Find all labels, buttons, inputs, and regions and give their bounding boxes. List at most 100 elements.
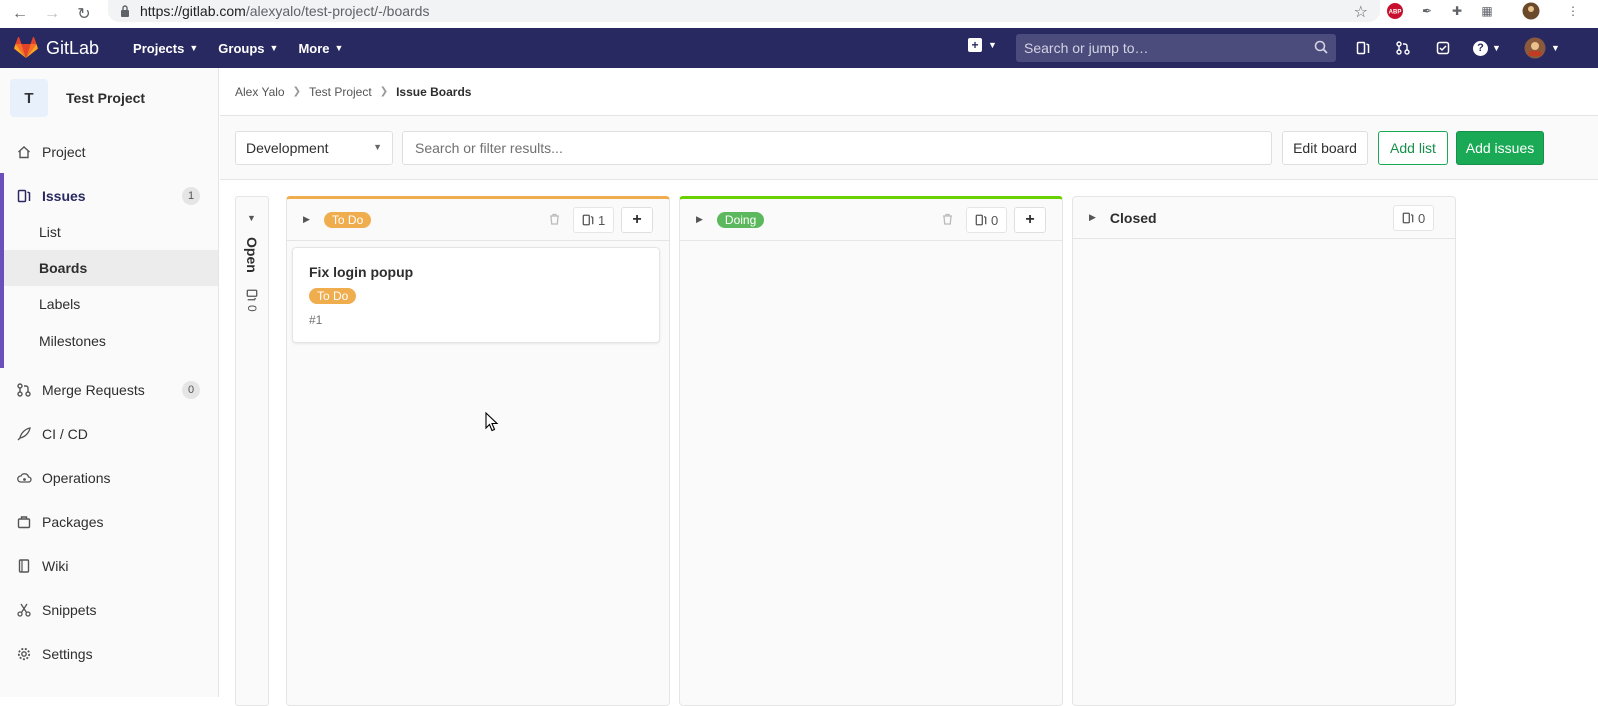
issues-count-badge: 1 bbox=[182, 187, 200, 205]
issue-card-label[interactable]: To Do bbox=[309, 288, 357, 304]
scissors-icon bbox=[16, 602, 32, 618]
profile-avatar-icon[interactable] bbox=[1522, 2, 1540, 20]
new-item-dropdown[interactable]: + ▼ bbox=[968, 38, 997, 52]
todo-check-icon[interactable] bbox=[1434, 39, 1452, 57]
issue-card-title[interactable]: Fix login popup bbox=[309, 264, 413, 280]
list-label-pill[interactable]: Doing bbox=[716, 211, 765, 228]
list-count-value: 1 bbox=[598, 212, 606, 228]
issues-icon bbox=[16, 188, 32, 204]
project-name: Test Project bbox=[66, 90, 146, 106]
list-issue-count: 0 bbox=[245, 289, 259, 312]
sidebar-item-wiki[interactable]: Wiki bbox=[0, 546, 218, 586]
chevron-down-icon: ▼ bbox=[334, 43, 344, 53]
merge-request-icon[interactable] bbox=[1394, 39, 1412, 57]
chevron-down-icon: ▼ bbox=[269, 43, 279, 53]
caret-right-icon[interactable]: ▶ bbox=[1089, 212, 1096, 223]
list-issue-count: 1 bbox=[573, 207, 615, 233]
sidebar-item-label: Operations bbox=[42, 470, 111, 486]
global-search[interactable] bbox=[1016, 34, 1336, 62]
sidebar-item-label: CI / CD bbox=[42, 426, 88, 442]
list-issue-count: 0 bbox=[1393, 205, 1435, 231]
svg-text:ABP: ABP bbox=[1389, 10, 1402, 16]
issue-card[interactable]: Fix login popup To Do #1 bbox=[292, 247, 660, 343]
caret-down-icon[interactable]: ▼ bbox=[247, 213, 256, 223]
reload-icon[interactable]: ↻ bbox=[72, 2, 96, 26]
new-issue-plus-button[interactable]: + bbox=[1014, 207, 1046, 233]
nav-projects[interactable]: Projects ▼ bbox=[133, 41, 198, 56]
sidebar-subitem-milestones[interactable]: Milestones bbox=[4, 323, 218, 359]
global-search-input[interactable] bbox=[1024, 40, 1304, 56]
project-sidebar: T Test Project Project Issues 1 List Boa… bbox=[0, 68, 219, 697]
list-title: Closed bbox=[1109, 209, 1157, 226]
board-list-open-collapsed[interactable]: ▼ Open 0 bbox=[235, 196, 269, 706]
merge-requests-count-badge: 0 bbox=[182, 381, 200, 399]
edit-board-button[interactable]: Edit board bbox=[1282, 131, 1368, 165]
adblock-icon[interactable]: ABP bbox=[1386, 2, 1404, 20]
sidebar-item-project[interactable]: Project bbox=[0, 132, 218, 172]
chevron-right-icon: ❯ bbox=[379, 86, 389, 97]
add-issues-button[interactable]: Add issues bbox=[1456, 131, 1544, 165]
sidebar-item-label: Labels bbox=[39, 296, 81, 312]
help-icon: ? bbox=[1473, 40, 1489, 56]
sidebar-item-cicd[interactable]: CI / CD bbox=[0, 414, 218, 454]
sidebar-item-snippets[interactable]: Snippets bbox=[0, 590, 218, 630]
user-menu[interactable]: ▼ bbox=[1522, 37, 1562, 59]
project-avatar: T bbox=[10, 79, 48, 117]
gear-icon bbox=[16, 646, 32, 662]
sidebar-project-header[interactable]: T Test Project bbox=[0, 68, 218, 128]
list-issue-count: 0 bbox=[966, 207, 1008, 233]
sidebar-subitem-boards[interactable]: Boards bbox=[4, 250, 218, 286]
issues-icon bbox=[1402, 212, 1414, 224]
issues-icon bbox=[246, 289, 258, 301]
sidebar-item-label: Snippets bbox=[42, 602, 97, 618]
board-switcher-dropdown[interactable]: Development ▼ bbox=[235, 131, 393, 165]
trash-icon[interactable] bbox=[549, 213, 560, 228]
board-list-todo: ▶ To Do 1 + Fix login popup To Do #1 bbox=[286, 196, 670, 706]
bookmark-star-icon[interactable]: ☆ bbox=[1354, 2, 1368, 22]
breadcrumb: Alex Yalo ❯ Test Project ❯ Issue Boards bbox=[235, 68, 471, 115]
issue-card-reference: #1 bbox=[309, 313, 323, 327]
breadcrumb-current[interactable]: Issue Boards bbox=[396, 85, 471, 99]
filter-search-input[interactable] bbox=[402, 131, 1272, 165]
issues-icon[interactable] bbox=[1354, 39, 1372, 57]
gitlab-navbar: GitLab Projects▼ Groups▼ More▼ + ▼ ? ▼ ▼ bbox=[0, 28, 1598, 68]
breadcrumb-project[interactable]: Test Project bbox=[309, 85, 372, 99]
list-count-value: 0 bbox=[991, 212, 999, 228]
sidebar-item-settings[interactable]: Settings bbox=[0, 634, 218, 674]
breadcrumb-owner[interactable]: Alex Yalo bbox=[235, 85, 285, 99]
list-header: ▶ Closed 0 bbox=[1073, 197, 1455, 239]
help-dropdown[interactable]: ? ▼ bbox=[1470, 39, 1504, 57]
gitlab-logo[interactable]: GitLab bbox=[14, 37, 99, 59]
trash-icon[interactable] bbox=[942, 213, 953, 228]
add-list-button[interactable]: Add list bbox=[1378, 131, 1448, 165]
qr-code-icon[interactable]: ▦ bbox=[1478, 2, 1496, 20]
sidebar-item-issues[interactable]: Issues 1 bbox=[0, 176, 218, 216]
new-issue-plus-button[interactable]: + bbox=[621, 207, 653, 233]
address-bar[interactable]: https://gitlab.com/alexyalo/test-project… bbox=[108, 0, 1380, 22]
nav-groups[interactable]: Groups ▼ bbox=[218, 41, 278, 56]
sidebar-item-merge-requests[interactable]: Merge Requests 0 bbox=[0, 370, 218, 410]
sidebar-item-operations[interactable]: Operations bbox=[0, 458, 218, 498]
mouse-cursor-icon bbox=[485, 412, 499, 432]
sidebar-item-label: Packages bbox=[42, 514, 104, 530]
avatar bbox=[1524, 37, 1546, 59]
eyedropper-icon[interactable]: ✒ bbox=[1418, 2, 1436, 20]
forward-icon[interactable]: → bbox=[40, 2, 64, 26]
board-filter-bar: Development ▼ Edit board Add list Add is… bbox=[220, 116, 1598, 180]
back-icon[interactable]: ← bbox=[8, 2, 32, 26]
board-lists: ▼ Open 0 ▶ To Do 1 + Fix login popup To … bbox=[220, 181, 1598, 706]
nav-more[interactable]: More ▼ bbox=[298, 41, 343, 56]
list-header: ▶ To Do 1 + bbox=[287, 199, 669, 241]
ruler-icon[interactable]: ✚ bbox=[1448, 2, 1466, 20]
chevron-right-icon: ❯ bbox=[292, 86, 301, 97]
caret-right-icon[interactable]: ▶ bbox=[303, 214, 310, 225]
sidebar-subitem-list[interactable]: List bbox=[4, 214, 218, 250]
sidebar-item-packages[interactable]: Packages bbox=[0, 502, 218, 542]
caret-right-icon[interactable]: ▶ bbox=[696, 214, 703, 225]
browser-menu-icon[interactable]: ⋮ bbox=[1564, 2, 1582, 20]
list-count-value: 0 bbox=[245, 305, 259, 312]
sidebar-subitem-labels[interactable]: Labels bbox=[4, 286, 218, 322]
list-label-pill[interactable]: To Do bbox=[323, 211, 372, 228]
tanuki-icon bbox=[14, 37, 38, 58]
home-icon bbox=[16, 144, 32, 160]
